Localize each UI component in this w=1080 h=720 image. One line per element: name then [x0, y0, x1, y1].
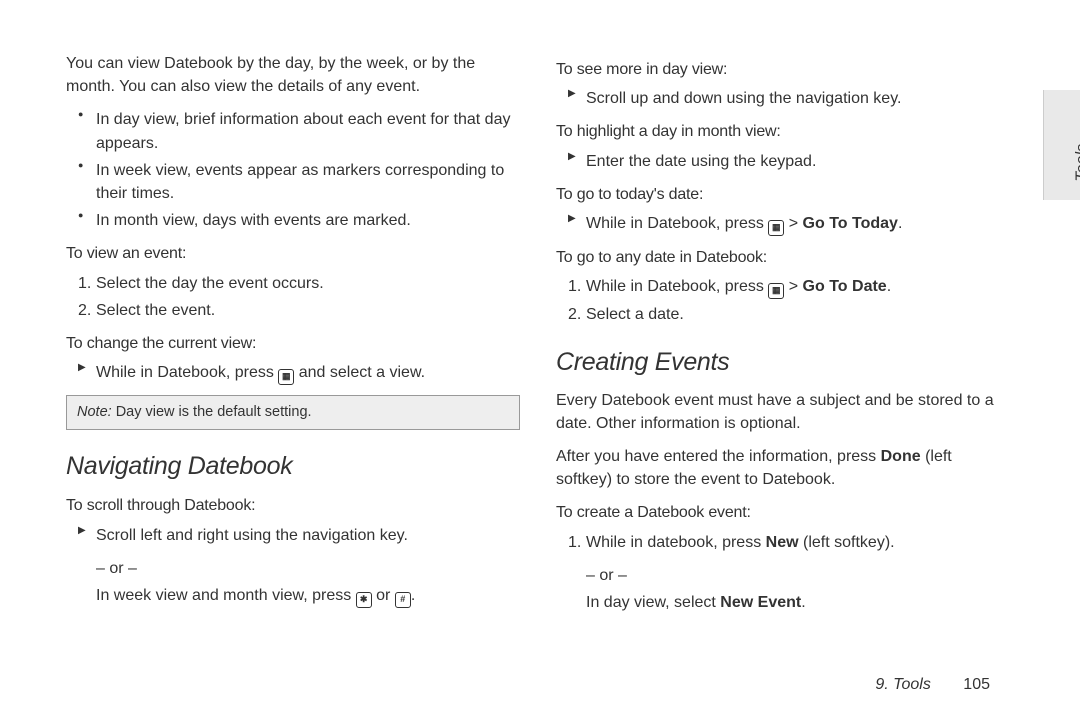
text: While in Datebook, press	[586, 278, 768, 295]
list-item: Select the day the event occurs.	[66, 272, 520, 295]
text: In day view, select	[586, 594, 720, 611]
list-item: Scroll up and down using the navigation …	[556, 87, 1010, 110]
see-more-list: Scroll up and down using the navigation …	[556, 87, 1010, 110]
menu-key-icon: ▦	[278, 369, 294, 385]
page: You can view Datebook by the day, by the…	[0, 0, 1080, 720]
bold-text: Go To Date	[803, 278, 887, 295]
or-divider: – or –	[556, 564, 1010, 587]
subhead-view-event: To view an event:	[66, 242, 520, 265]
right-column: To see more in day view: Scroll up and d…	[556, 48, 1010, 670]
text: In week view and month view, press	[96, 587, 356, 604]
text: >	[784, 215, 802, 232]
page-number: 105	[963, 676, 990, 693]
create-para-1: Every Datebook event must have a subject…	[556, 389, 1010, 435]
text: .	[887, 278, 891, 295]
menu-key-icon: ▦	[768, 220, 784, 236]
week-month-tip: In week view and month view, press ✱ or …	[66, 584, 520, 608]
menu-key-icon: ▦	[768, 283, 784, 299]
hash-key-icon: #	[395, 592, 411, 608]
text: or	[372, 587, 395, 604]
note-text: Day view is the default setting.	[116, 404, 312, 420]
subhead-change-view: To change the current view:	[66, 332, 520, 355]
or-divider: – or –	[66, 557, 520, 580]
list-item: Scroll left and right using the navigati…	[66, 524, 520, 547]
text: While in datebook, press	[586, 534, 766, 551]
list-item: While in Datebook, press ▦ and select a …	[66, 361, 520, 385]
text: and select a view.	[294, 364, 425, 381]
bold-text: New	[766, 534, 799, 551]
page-footer: 9. Tools 105	[875, 676, 990, 694]
bold-text: Go To Today	[803, 215, 898, 232]
note-label: Note:	[77, 404, 116, 420]
create-alt: In day view, select New Event.	[556, 591, 1010, 614]
subhead-scroll: To scroll through Datebook:	[66, 494, 520, 517]
list-item: In month view, days with events are mark…	[66, 209, 520, 232]
left-column: You can view Datebook by the day, by the…	[66, 48, 520, 670]
text: (left softkey).	[799, 534, 895, 551]
anydate-steps: While in Datebook, press ▦ > Go To Date.…	[556, 275, 1010, 326]
create-para-2: After you have entered the information, …	[556, 445, 1010, 491]
list-item: While in Datebook, press ▦ > Go To Today…	[556, 212, 1010, 236]
star-key-icon: ✱	[356, 592, 372, 608]
list-item: In day view, brief information about eac…	[66, 108, 520, 154]
bold-text: New Event	[720, 594, 801, 611]
intro-text: You can view Datebook by the day, by the…	[66, 52, 520, 98]
subhead-anydate: To go to any date in Datebook:	[556, 246, 1010, 269]
text: .	[898, 215, 902, 232]
list-item: In week view, events appear as markers c…	[66, 159, 520, 205]
subhead-see-more: To see more in day view:	[556, 58, 1010, 81]
view-modes-list: In day view, brief information about eac…	[66, 108, 520, 232]
create-steps: While in datebook, press New (left softk…	[556, 531, 1010, 554]
note-box: Note: Day view is the default setting.	[66, 395, 520, 430]
subhead-create-event: To create a Datebook event:	[556, 501, 1010, 524]
bold-text: Done	[881, 448, 921, 465]
view-event-steps: Select the day the event occurs. Select …	[66, 272, 520, 322]
change-view-list: While in Datebook, press ▦ and select a …	[66, 361, 520, 385]
side-tab-label: Tools	[1074, 144, 1080, 182]
list-item: Select a date.	[556, 303, 1010, 326]
scroll-list: Scroll left and right using the navigati…	[66, 524, 520, 547]
chapter-label: 9. Tools	[875, 676, 930, 693]
list-item: Enter the date using the keypad.	[556, 150, 1010, 173]
text: >	[784, 278, 802, 295]
text: While in Datebook, press	[96, 364, 278, 381]
list-item: While in datebook, press New (left softk…	[556, 531, 1010, 554]
heading-creating: Creating Events	[556, 344, 1010, 380]
heading-navigating: Navigating Datebook	[66, 448, 520, 484]
highlight-list: Enter the date using the keypad.	[556, 150, 1010, 173]
text: While in Datebook, press	[586, 215, 768, 232]
subhead-today: To go to today's date:	[556, 183, 1010, 206]
list-item: Select the event.	[66, 299, 520, 322]
subhead-highlight: To highlight a day in month view:	[556, 120, 1010, 143]
text: After you have entered the information, …	[556, 448, 881, 465]
list-item: While in Datebook, press ▦ > Go To Date.	[556, 275, 1010, 299]
today-list: While in Datebook, press ▦ > Go To Today…	[556, 212, 1010, 236]
text: .	[411, 587, 415, 604]
text: .	[801, 594, 805, 611]
